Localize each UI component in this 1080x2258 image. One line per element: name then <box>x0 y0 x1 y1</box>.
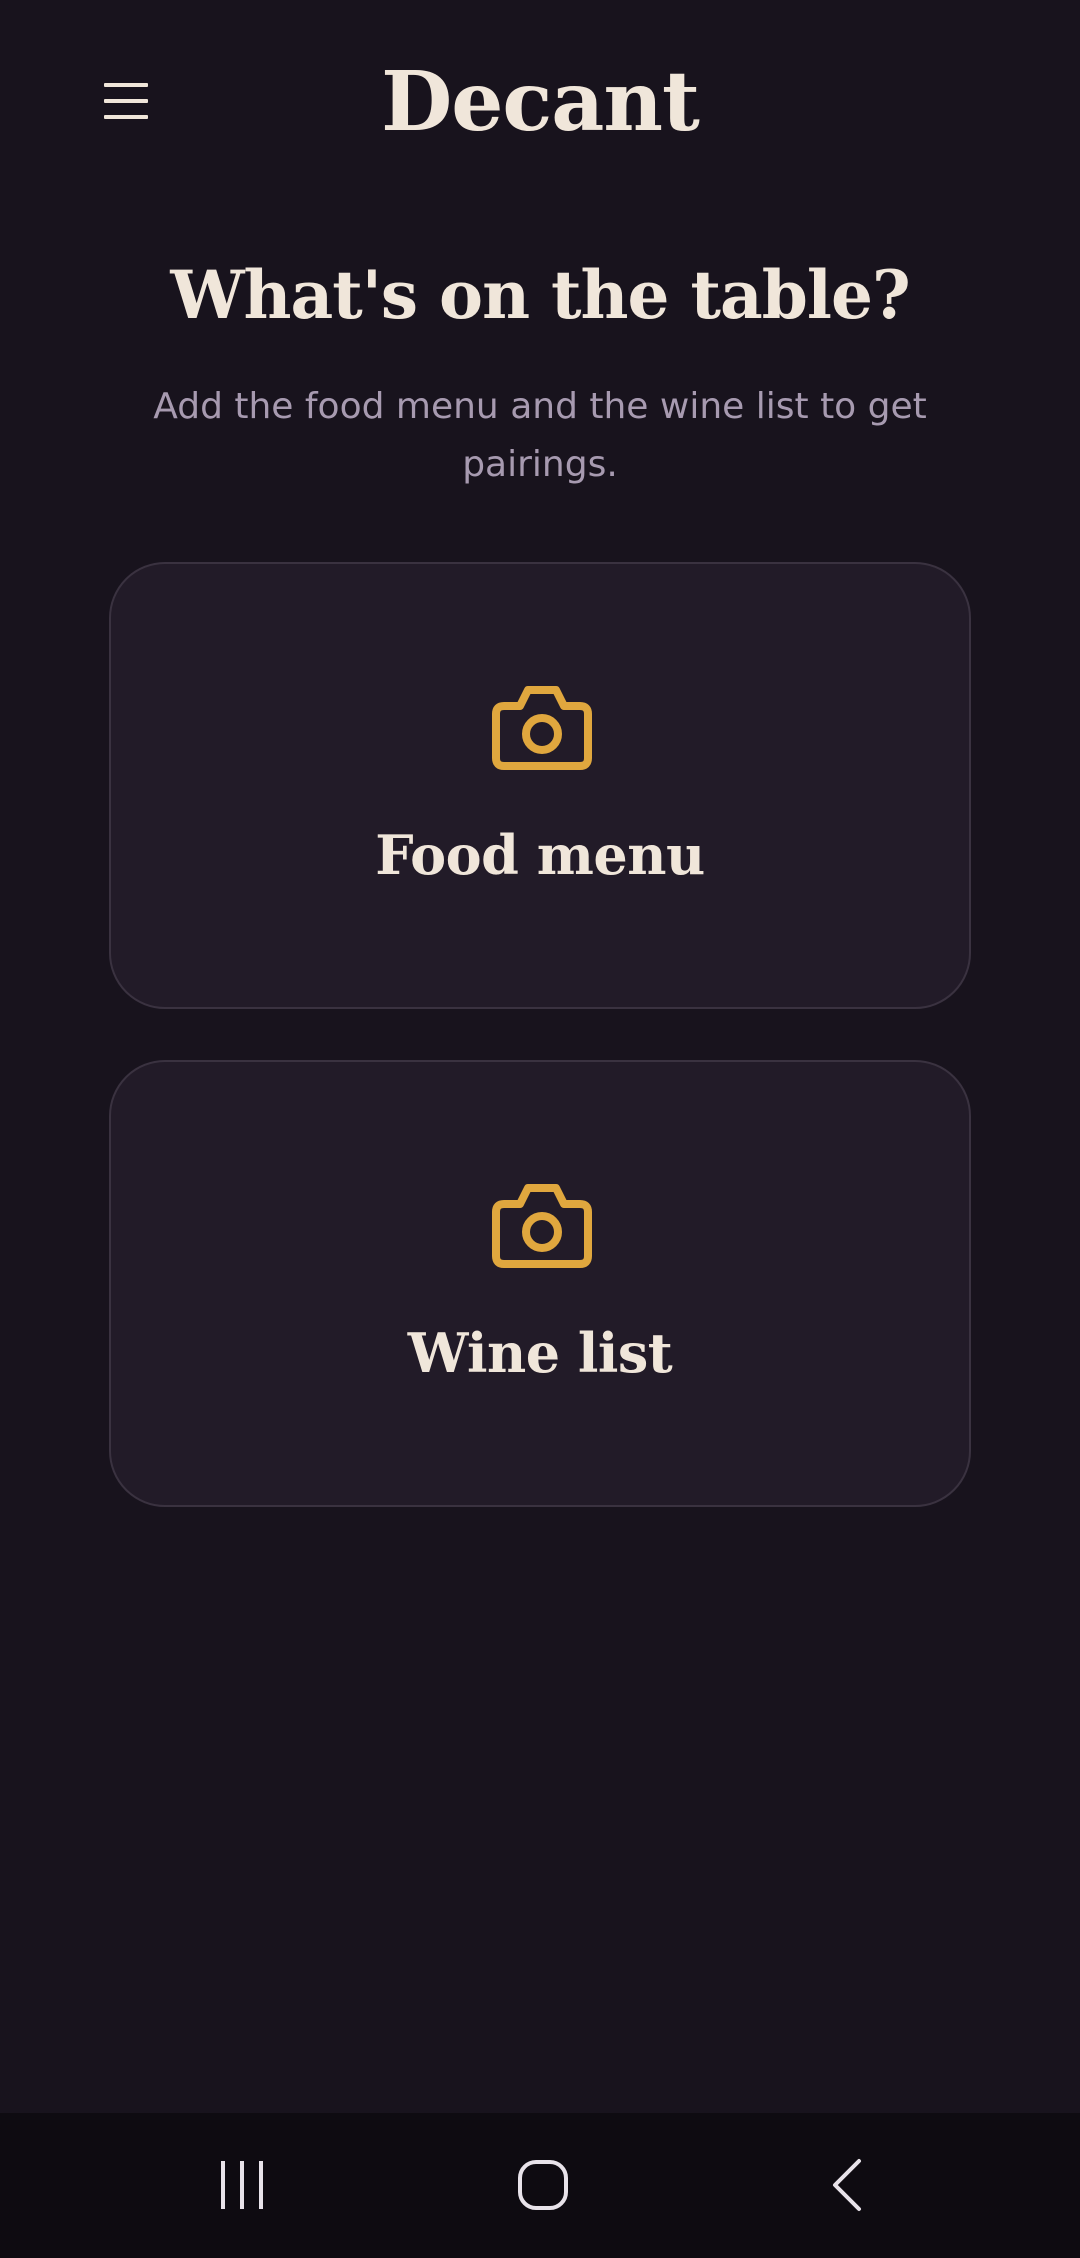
home-icon <box>518 2160 568 2210</box>
back-button[interactable] <box>797 2135 897 2235</box>
camera-icon <box>492 1184 592 1268</box>
wine-list-label: Wine list <box>407 1321 673 1385</box>
home-button[interactable] <box>493 2135 593 2235</box>
back-icon <box>833 2159 861 2211</box>
app-title: Decant <box>381 54 700 150</box>
food-menu-card[interactable]: Food menu <box>109 562 971 1009</box>
app-screen: Decant What's on the table? Add the food… <box>0 0 1080 2258</box>
page-subtitle: Add the food menu and the wine list to g… <box>153 386 927 485</box>
page-heading: What's on the table? <box>170 256 910 334</box>
recent-apps-icon <box>221 2161 263 2209</box>
recent-apps-button[interactable] <box>192 2135 292 2235</box>
wine-list-card[interactable]: Wine list <box>109 1060 971 1507</box>
food-menu-label: Food menu <box>375 823 705 887</box>
app-header: Decant <box>0 0 1080 200</box>
camera-icon <box>492 686 592 770</box>
system-navigation-bar <box>0 2113 1080 2258</box>
